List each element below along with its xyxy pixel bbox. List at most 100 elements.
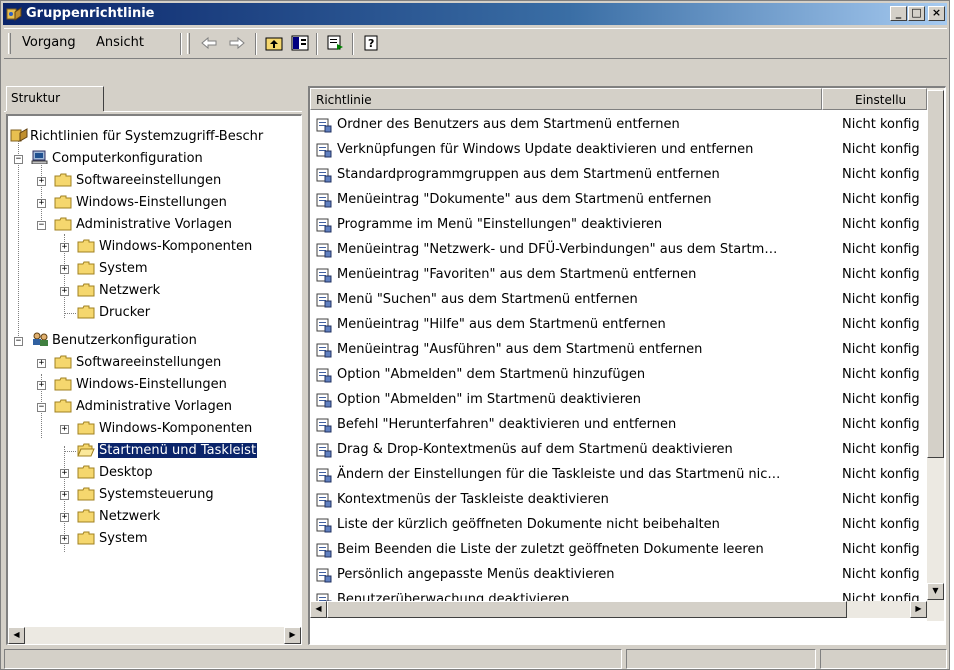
forward-button[interactable] <box>225 33 249 55</box>
collapse-icon[interactable]: − <box>37 221 46 230</box>
toolbar-separator <box>255 33 257 55</box>
tree-pane[interactable]: Richtlinien für Systemzugriff-Beschr − C… <box>6 114 302 645</box>
tree-item-systemsteuerung[interactable]: + Systemsteuerung <box>8 484 301 506</box>
tree-item-netzwerk[interactable]: + Netzwerk <box>8 506 301 528</box>
list-item[interactable]: Drag & Drop-Kontextmenüs auf dem Startme… <box>310 437 925 462</box>
list-item[interactable]: Option "Abmelden" dem Startmenü hinzufüg… <box>310 362 925 387</box>
list-item[interactable]: Kontextmenüs der Taskleiste deaktivieren… <box>310 487 925 512</box>
tree-item-administrative-vorlagen[interactable]: − Administrative Vorlagen <box>8 214 301 236</box>
close-button[interactable]: × <box>928 6 945 21</box>
scroll-down-button[interactable]: ▼ <box>927 583 944 600</box>
tree-item-administrative-vorlagen[interactable]: − Administrative Vorlagen <box>8 396 301 418</box>
policy-state: Nicht konfig <box>842 292 920 307</box>
tree-item-startmenue-und-taskleiste[interactable]: Startmenü und Taskleist <box>8 440 301 462</box>
tree-item-windows-einstellungen[interactable]: + Windows-Einstellungen <box>8 374 301 396</box>
expand-icon[interactable]: + <box>60 491 69 500</box>
tree-item-desktop[interactable]: + Desktop <box>8 462 301 484</box>
export-list-icon <box>327 35 343 50</box>
list-item[interactable]: Menüeintrag "Dokumente" aus dem Startmen… <box>310 187 925 212</box>
folder-icon <box>54 377 72 391</box>
policy-name: Programme im Menü "Einstellungen" deakti… <box>337 217 663 232</box>
menu-vorgang[interactable]: Vorgang <box>22 35 76 50</box>
list-item[interactable]: Menüeintrag "Favoriten" aus dem Startmen… <box>310 262 925 287</box>
help-button[interactable]: ? <box>360 33 384 55</box>
scroll-left-button[interactable]: ◀ <box>8 627 25 644</box>
tree-item-softwareeinstellungen[interactable]: + Softwareeinstellungen <box>8 352 301 374</box>
list-item[interactable]: Befehl "Herunterfahren" deaktivieren und… <box>310 412 925 437</box>
tree-item-root[interactable]: Richtlinien für Systemzugriff-Beschr <box>8 126 301 148</box>
expand-icon[interactable]: + <box>37 177 46 186</box>
tree-item-computerkonfiguration[interactable]: − Computerkonfiguration <box>8 148 301 170</box>
show-hide-tree-button[interactable] <box>288 33 312 55</box>
expand-icon[interactable]: + <box>60 535 69 544</box>
expand-icon[interactable]: + <box>37 381 46 390</box>
column-header-richtlinie[interactable]: Richtlinie <box>310 88 822 110</box>
status-cell <box>820 649 947 669</box>
tab-struktur[interactable]: Struktur <box>6 86 104 111</box>
tree-item-windows-einstellungen[interactable]: + Windows-Einstellungen <box>8 192 301 214</box>
policy-name: Option "Abmelden" dem Startmenü hinzufüg… <box>337 367 646 382</box>
svg-text:?: ? <box>368 37 374 50</box>
policy-setting-icon <box>316 218 332 233</box>
scroll-right-button[interactable]: ▶ <box>910 601 927 618</box>
tree-item-windows-komponenten[interactable]: + Windows-Komponenten <box>8 236 301 258</box>
expand-icon[interactable]: + <box>37 199 46 208</box>
policy-setting-icon <box>316 168 332 183</box>
forward-arrow-icon <box>229 36 245 50</box>
tree-item-system[interactable]: + System <box>8 528 301 550</box>
list-item[interactable]: Liste der kürzlich geöffneten Dokumente … <box>310 512 925 537</box>
tree-item-softwareeinstellungen[interactable]: + Softwareeinstellungen <box>8 170 301 192</box>
expand-icon[interactable]: + <box>60 513 69 522</box>
list-item[interactable]: Ändern der Einstellungen für die Tasklei… <box>310 462 925 487</box>
list-item[interactable]: Menüeintrag "Netzwerk- und DFÜ-Verbindun… <box>310 237 925 262</box>
policy-list-pane[interactable]: Richtlinie Einstellu Ordner des Benutzer… <box>308 86 946 645</box>
back-button[interactable] <box>197 33 221 55</box>
status-cell <box>626 649 816 669</box>
tree-item-system[interactable]: + System <box>8 258 301 280</box>
expand-icon[interactable]: + <box>37 359 46 368</box>
export-list-button[interactable] <box>324 33 348 55</box>
policy-name: Ordner des Benutzers aus dem Startmenü e… <box>337 117 680 132</box>
column-header-einstellung[interactable]: Einstellu <box>822 88 927 110</box>
scroll-right-button[interactable]: ▶ <box>284 627 301 644</box>
tree-item-windows-komponenten[interactable]: + Windows-Komponenten <box>8 418 301 440</box>
tree-item-drucker[interactable]: Drucker <box>8 302 301 324</box>
expand-icon[interactable]: + <box>60 469 69 478</box>
list-item[interactable]: Persönlich angepasste Menüs deaktivieren… <box>310 562 925 587</box>
list-item[interactable]: Verknüpfungen für Windows Update deaktiv… <box>310 137 925 162</box>
scroll-thumb[interactable] <box>927 90 944 458</box>
expand-icon[interactable]: + <box>60 287 69 296</box>
expand-icon[interactable]: + <box>60 265 69 274</box>
up-folder-button[interactable] <box>262 33 286 55</box>
menu-ansicht[interactable]: Ansicht <box>96 35 144 50</box>
scroll-left-button[interactable]: ◀ <box>310 601 327 618</box>
list-horizontal-scrollbar[interactable]: ◀ ▶ <box>310 601 944 618</box>
list-item[interactable]: Standardprogrammgruppen aus dem Startmen… <box>310 162 925 187</box>
menu-grip[interactable] <box>8 33 11 54</box>
collapse-icon[interactable]: − <box>14 155 23 164</box>
list-item[interactable]: Ordner des Benutzers aus dem Startmenü e… <box>310 112 925 137</box>
list-item[interactable]: Menüeintrag "Hilfe" aus dem Startmenü en… <box>310 312 925 337</box>
list-item[interactable]: Programme im Menü "Einstellungen" deakti… <box>310 212 925 237</box>
scroll-thumb[interactable] <box>327 601 847 618</box>
tree-item-netzwerk[interactable]: + Netzwerk <box>8 280 301 302</box>
minimize-button[interactable]: _ <box>890 6 907 21</box>
collapse-icon[interactable]: − <box>14 337 23 346</box>
list-vertical-scrollbar[interactable]: ▲ ▼ <box>927 88 944 621</box>
list-item[interactable]: Beim Beenden die Liste der zuletzt geöff… <box>310 537 925 562</box>
tree-item-benutzerkonfiguration[interactable]: − Benutzerkonfiguration <box>8 330 301 352</box>
folder-icon <box>77 239 95 253</box>
policy-state: Nicht konfig <box>842 342 920 357</box>
maximize-button[interactable]: □ <box>908 6 925 21</box>
collapse-icon[interactable]: − <box>37 403 46 412</box>
tree-horizontal-scrollbar[interactable]: ◀ ▶ <box>8 627 301 644</box>
expand-icon[interactable]: + <box>60 425 69 434</box>
list-item[interactable]: Option "Abmelden" im Startmenü deaktivie… <box>310 387 925 412</box>
policy-setting-icon <box>316 318 332 333</box>
expand-icon[interactable]: + <box>60 243 69 252</box>
folder-icon <box>77 487 95 501</box>
title-bar[interactable]: Gruppenrichtlinie _ □ × <box>3 3 947 25</box>
list-item[interactable]: Menüeintrag "Ausführen" aus dem Startmen… <box>310 337 925 362</box>
list-item[interactable]: Menü "Suchen" aus dem Startmenü entferne… <box>310 287 925 312</box>
toolbar-grip[interactable] <box>187 33 190 54</box>
